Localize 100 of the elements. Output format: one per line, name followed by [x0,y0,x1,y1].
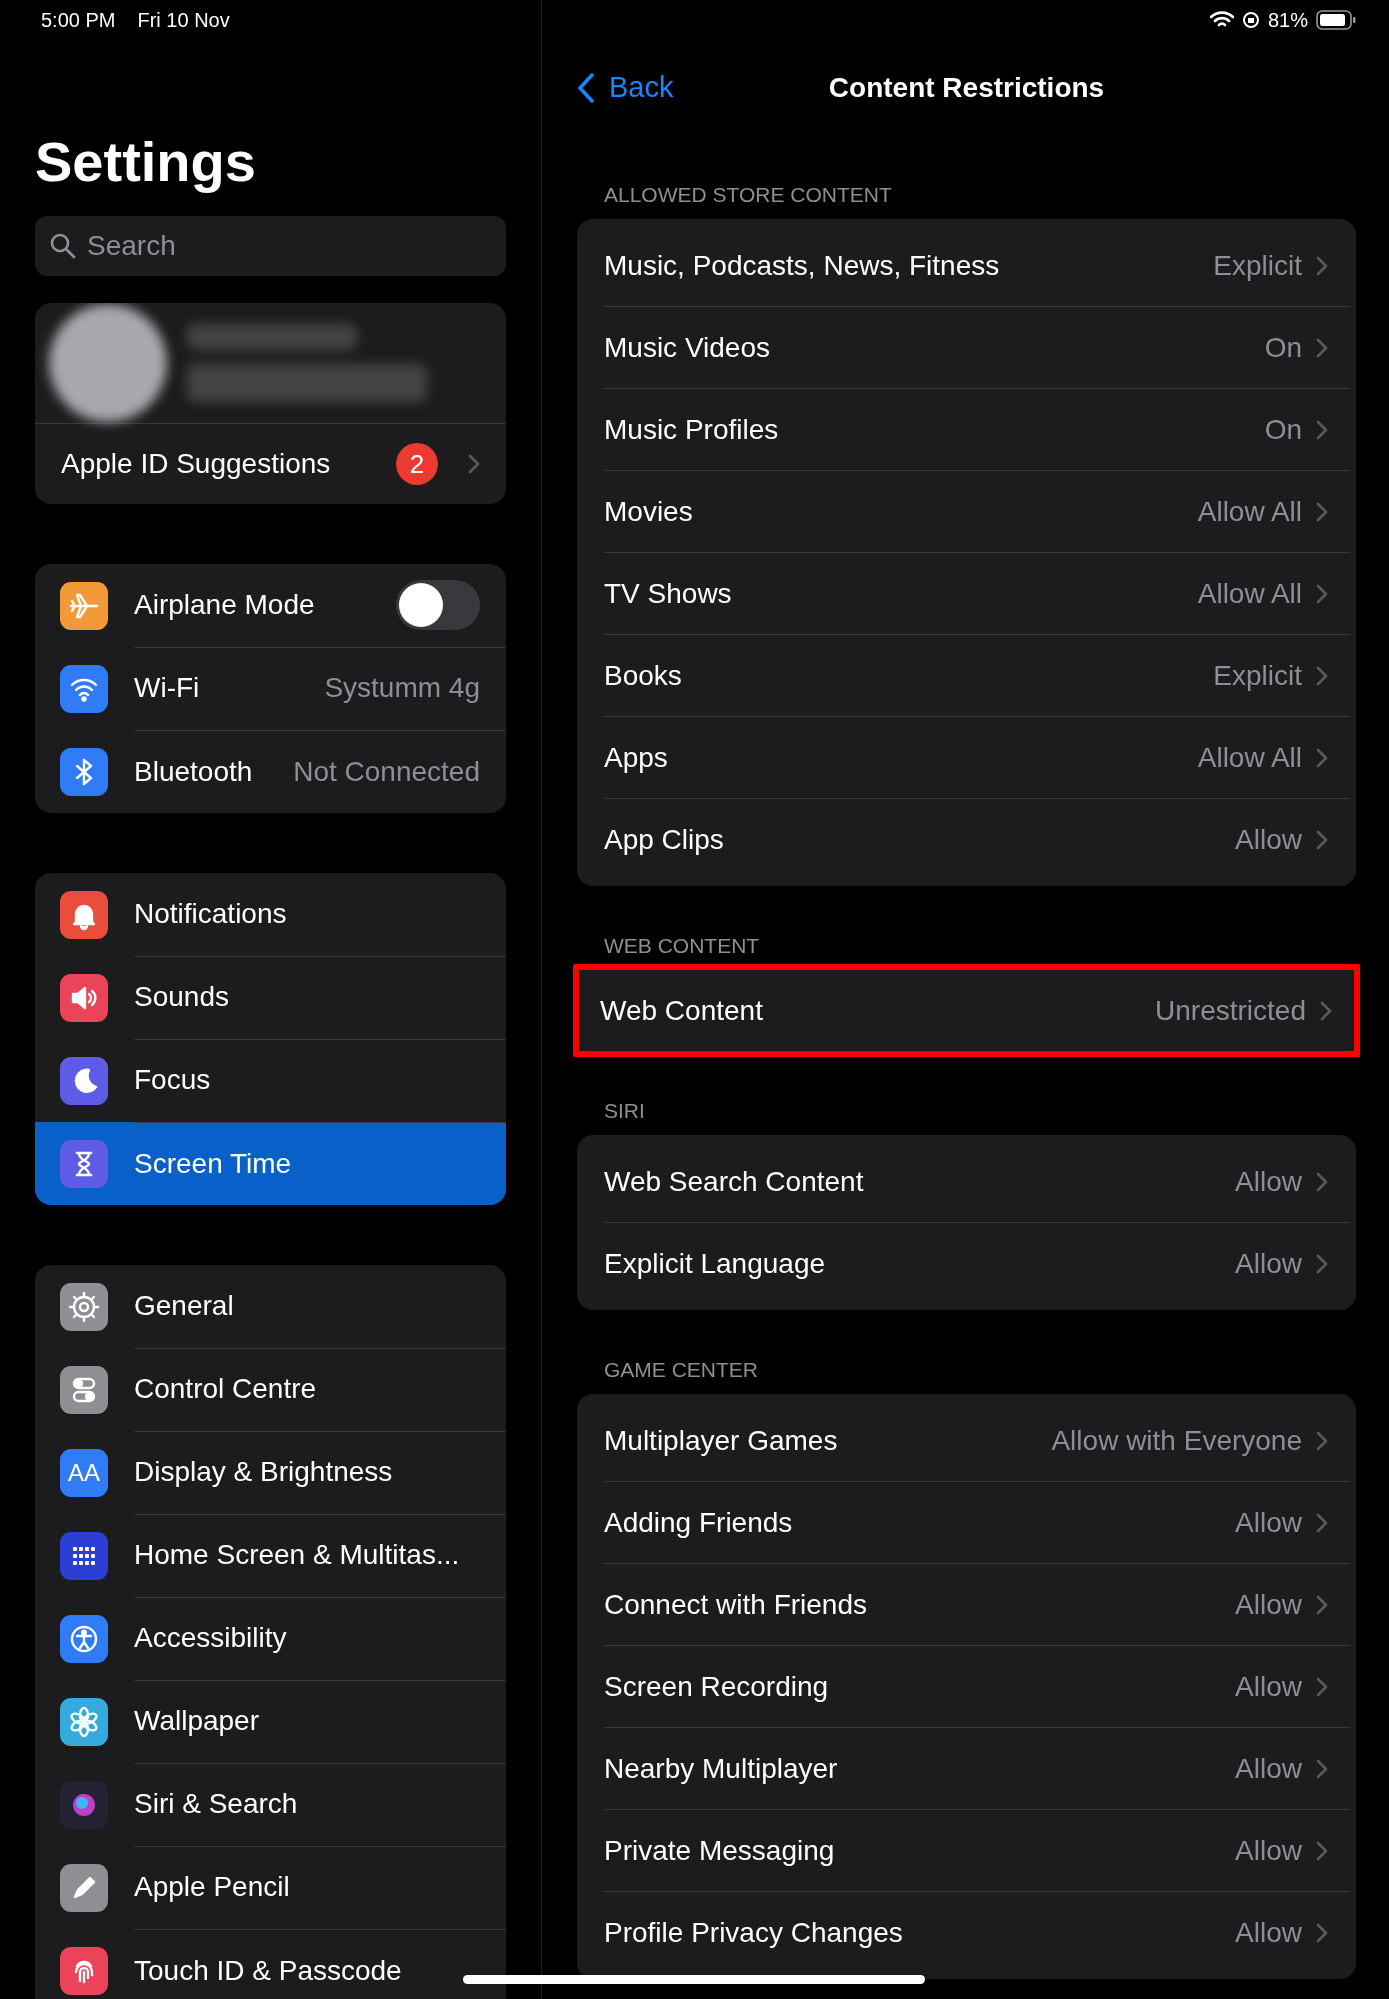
section-header: WEB CONTENT [603,934,761,959]
sidebar-item[interactable]: Focus [35,1039,506,1122]
settings-row[interactable]: Explicit Language Allow [604,1223,1350,1304]
section-header: SIRI [603,1099,646,1124]
chevron-left-icon [577,71,595,104]
row-value: Allow [1235,1506,1302,1539]
text-icon: AA [60,1448,108,1497]
settings-row[interactable]: Nearby Multiplayer Allow [604,1728,1350,1810]
row-label: Private Messaging [604,1834,836,1867]
sidebar-item[interactable]: General [35,1265,506,1348]
chevron-icon [1316,1676,1328,1697]
row-label: Apple Pencil [134,1871,290,1903]
row-value: Allow [1235,1588,1302,1621]
chevron-icon [1316,1594,1328,1615]
sidebar-item[interactable]: Apple Pencil [35,1846,506,1929]
row-label: Sounds [134,981,229,1013]
sidebar-item[interactable]: Siri & Search [35,1763,506,1846]
settings-row[interactable]: Adding Friends Allow [604,1482,1350,1564]
sidebar-item[interactable]: Notifications [35,873,506,956]
settings-row[interactable]: Multiplayer Games Allow with Everyone [604,1400,1350,1482]
row-value: Allow All [1197,495,1302,528]
section-header: ALLOWED STORE CONTENT [603,183,893,208]
chevron-icon [1316,255,1328,276]
chevron-icon [1316,747,1328,768]
row-label: Display & Brightness [134,1456,393,1488]
chevron-icon [1316,1171,1328,1192]
settings-row[interactable]: Screen Recording Allow [604,1646,1350,1728]
settings-row[interactable]: Web Content Unrestricted [600,970,1354,1051]
row-label: Wi-Fi [134,672,200,704]
settings-row[interactable]: TV Shows Allow All [604,553,1350,635]
sidebar-item[interactable]: Screen Time [35,1122,506,1205]
sidebar-item[interactable]: AA Display & Brightness [35,1431,506,1514]
row-label: Books [604,659,683,692]
row-label: Music Videos [604,331,771,364]
settings-row[interactable]: Music, Podcasts, News, Fitness Explicit [604,225,1350,307]
status-date: Fri 10 Nov [137,8,230,32]
row-value: Allow with Everyone [1051,1424,1302,1457]
sidebar-item[interactable]: Wi-Fi Systumm 4g [35,647,506,730]
row-label: Music Profiles [604,413,780,446]
sidebar-item[interactable]: Sounds [35,956,506,1039]
chevron-icon [1316,1430,1328,1451]
apple-id-suggestions-row[interactable]: Apple ID Suggestions 2 [35,424,506,504]
search-field[interactable]: Search [35,216,506,276]
chevron-icon [1316,1253,1328,1274]
chevron-icon [1316,501,1328,522]
row-value: Allow [1235,1916,1302,1949]
sidebar-item[interactable]: Wallpaper [35,1680,506,1763]
sidebar-item[interactable]: Accessibility [35,1597,506,1680]
row-label: Notifications [134,898,287,930]
row-label: Web Search Content [604,1165,865,1198]
row-label: Screen Recording [604,1670,830,1703]
settings-title: Settings [35,130,257,195]
battery-icon [1316,10,1356,30]
settings-row[interactable]: App Clips Allow [604,799,1350,880]
settings-row[interactable]: Connect with Friends Allow [604,1564,1350,1646]
row-value: Not Connected [293,755,480,788]
row-value: On [1264,413,1302,446]
chevron-icon [1316,419,1328,440]
row-value: Allow All [1197,741,1302,774]
row-value: Explicit [1213,659,1302,692]
row-label: Bluetooth [134,755,253,788]
back-button[interactable]: Back [577,71,674,104]
sidebar-item[interactable]: Touch ID & Passcode [35,1929,506,1999]
row-value: On [1264,331,1302,364]
row-label: Apple ID Suggestions [61,448,332,480]
row-label: Movies [604,495,694,528]
sidebar-item[interactable]: Bluetooth Not Connected [35,730,506,813]
settings-row[interactable]: Music Profiles On [604,389,1350,471]
toggle-switch[interactable] [396,580,480,630]
row-value: Allow [1235,1247,1302,1280]
settings-row[interactable]: Apps Allow All [604,717,1350,799]
row-label: Wallpaper [134,1705,259,1737]
settings-row[interactable]: Movies Allow All [604,471,1350,553]
row-value: Allow [1235,823,1302,856]
settings-row[interactable]: Private Messaging Allow [604,1810,1350,1892]
settings-row[interactable]: Music Videos On [604,307,1350,389]
sidebar-item[interactable]: Control Centre [35,1348,506,1431]
chevron-icon [1316,1922,1328,1943]
chevron-icon [1316,583,1328,604]
chevron-icon [1316,1758,1328,1779]
row-label: Home Screen & Multitas... [134,1539,460,1571]
chevron-icon [1316,829,1328,850]
chevron-icon [1316,337,1328,358]
chevron-icon [468,454,480,474]
sidebar-item[interactable]: Home Screen & Multitas... [35,1514,506,1597]
battery-percentage: 81% [1267,8,1308,32]
sidebar-item[interactable]: Airplane Mode [35,564,506,647]
chevron-icon [1316,665,1328,686]
chevron-icon [1316,1840,1328,1861]
settings-row[interactable]: Books Explicit [604,635,1350,717]
settings-row[interactable]: Profile Privacy Changes Allow [604,1892,1350,1973]
row-label: Siri & Search [134,1788,298,1820]
settings-row[interactable]: Web Search Content Allow [604,1141,1350,1223]
notification-badge: 2 [396,443,438,485]
profile-row[interactable] [35,303,506,424]
row-label: Screen Time [134,1147,292,1180]
row-label: Nearby Multiplayer [604,1752,839,1785]
row-value: Allow All [1197,577,1302,610]
row-label: TV Shows [604,577,733,610]
row-label: Connect with Friends [604,1588,868,1621]
